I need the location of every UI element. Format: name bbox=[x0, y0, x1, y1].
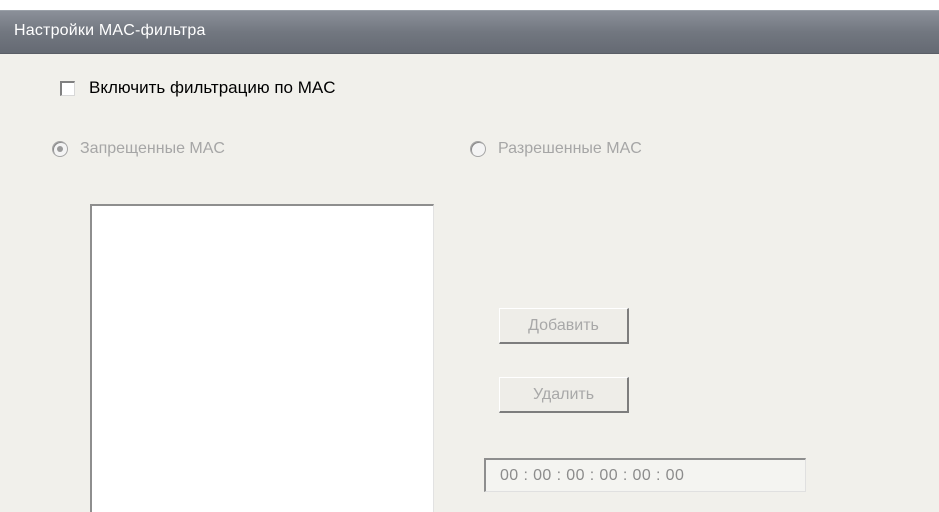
mac-address-input[interactable]: 00 : 00 : 00 : 00 : 00 : 00 bbox=[484, 458, 806, 492]
allow-mac-option[interactable]: Разрешенные MAC bbox=[470, 140, 642, 158]
top-margin bbox=[0, 0, 939, 10]
allow-mac-radio[interactable] bbox=[470, 141, 486, 157]
deny-mac-label[interactable]: Запрещенные MAC bbox=[80, 140, 225, 158]
deny-mac-option[interactable]: Запрещенные MAC bbox=[52, 140, 225, 158]
enable-filter-label[interactable]: Включить фильтрацию по MAC bbox=[89, 78, 335, 98]
mac-filter-panel: Настройки MAC-фильтра Включить фильтраци… bbox=[0, 0, 939, 512]
mac-address-list[interactable] bbox=[90, 204, 434, 512]
enable-filter-checkbox[interactable] bbox=[60, 80, 75, 96]
enable-filter-row[interactable]: Включить фильтрацию по MAC bbox=[60, 78, 335, 98]
radio-selected-dot bbox=[57, 146, 63, 152]
panel-header: Настройки MAC-фильтра bbox=[0, 10, 939, 54]
delete-button[interactable]: Удалить bbox=[499, 377, 629, 413]
panel-title: Настройки MAC-фильтра bbox=[14, 22, 206, 39]
add-button[interactable]: Добавить bbox=[499, 308, 629, 344]
allow-mac-label[interactable]: Разрешенные MAC bbox=[498, 140, 642, 158]
deny-mac-radio[interactable] bbox=[52, 141, 68, 157]
